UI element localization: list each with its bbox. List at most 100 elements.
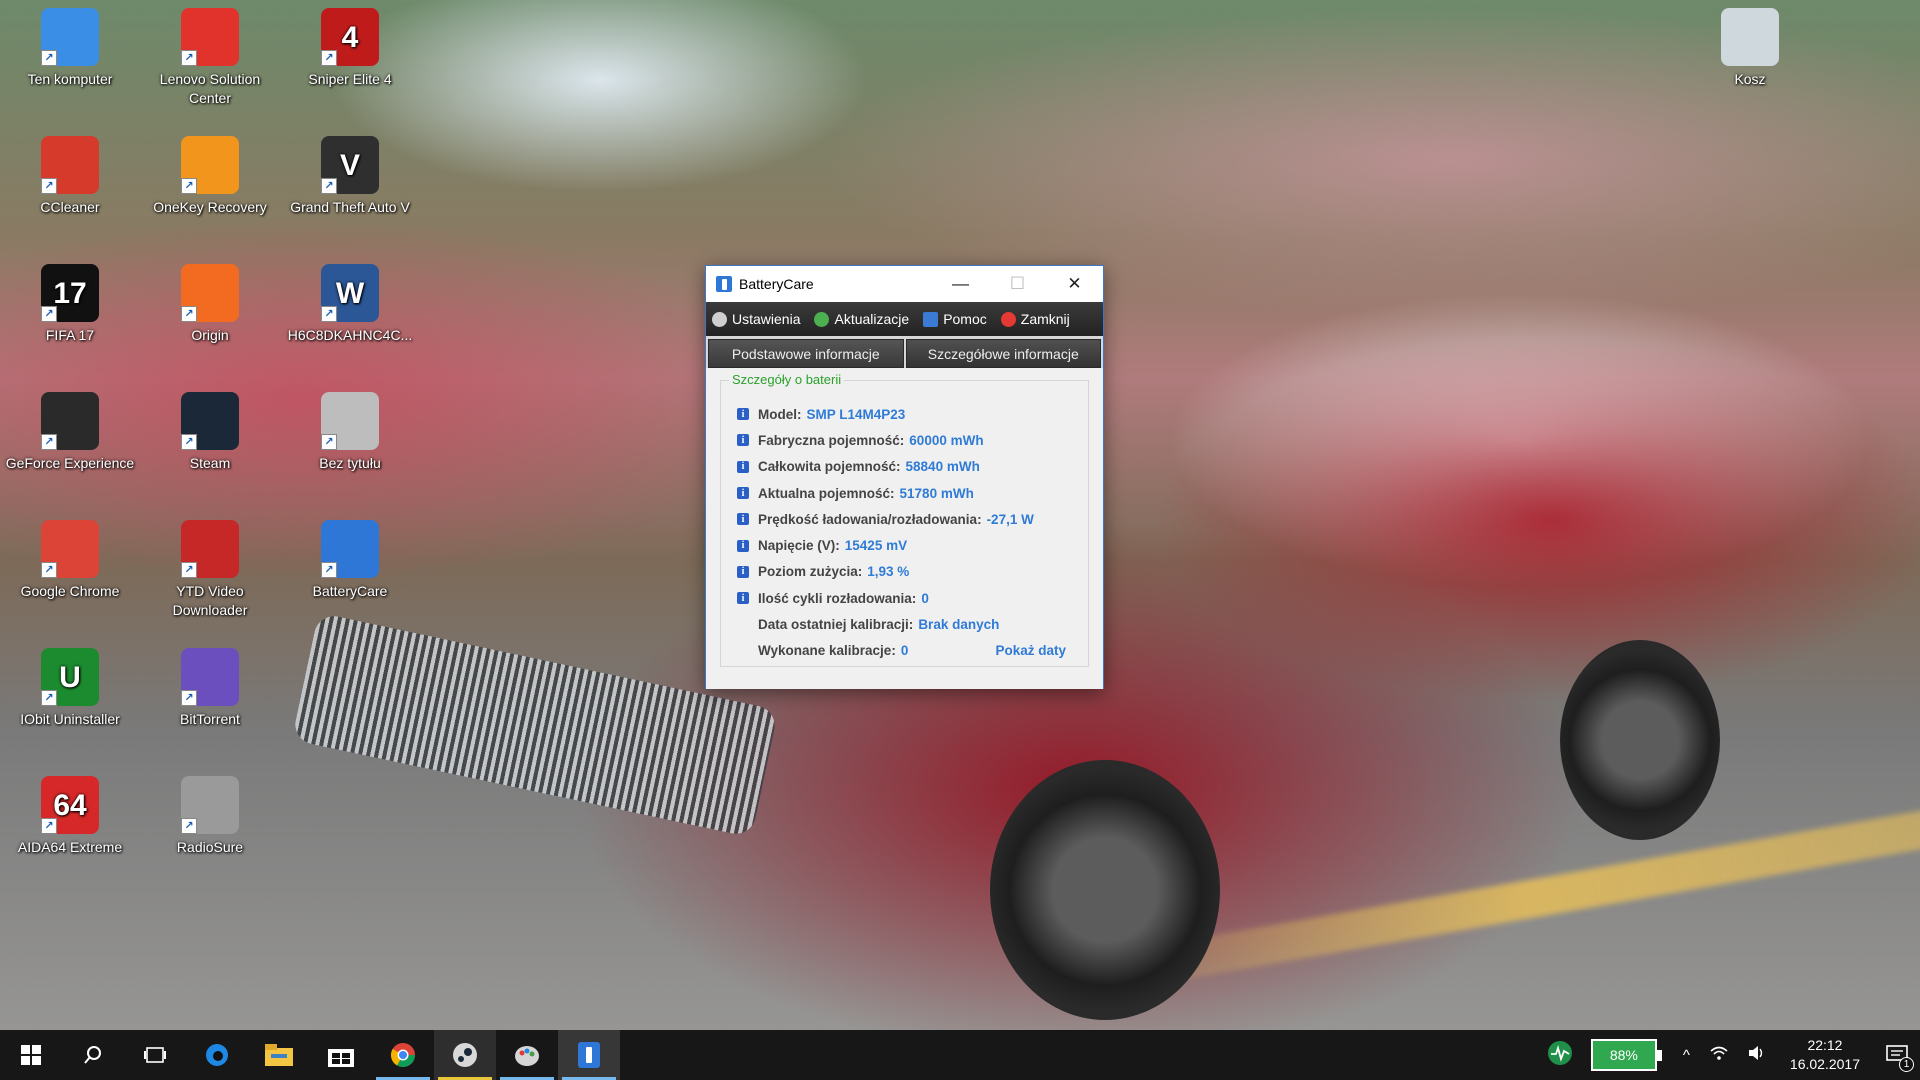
detail-value: 58840 mWh — [905, 459, 980, 475]
window-titlebar[interactable]: BatteryCare — ☐ ✕ — [706, 266, 1103, 302]
desktop-icon-batterycare[interactable]: ↗ BatteryCare — [280, 520, 420, 601]
desktop-icon-origin[interactable]: ↗ Origin — [140, 264, 280, 345]
help-icon — [923, 311, 939, 327]
desktop-icon-onekey-recovery[interactable]: ↗ OneKey Recovery — [140, 136, 280, 217]
tab-content: Szczegóły o baterii i Model: SMP L14M4P23 i… — [706, 368, 1103, 689]
taskbar-batterycare[interactable] — [558, 1030, 620, 1080]
tray-monitor[interactable] — [1537, 1040, 1583, 1070]
info-icon: i — [737, 460, 749, 473]
shortcut-arrow-icon: ↗ — [41, 306, 57, 322]
detail-row: i Poziom zużycia: 1,93 % — [737, 559, 1080, 585]
computer-icon: ↗ — [41, 8, 99, 66]
desktop-icon-word-document[interactable]: W ↗ H6C8DKAHNC4C... — [280, 264, 420, 345]
taskbar-store[interactable] — [310, 1030, 372, 1080]
tab-basic-info[interactable]: Podstawowe informacje — [708, 339, 904, 368]
desktop-icon-label: Lenovo Solution Center — [159, 71, 261, 106]
shortcut-arrow-icon: ↗ — [321, 562, 337, 578]
menu-close[interactable]: Zamknij — [1000, 311, 1070, 327]
detail-value: 51780 mWh — [899, 485, 974, 501]
tab-detailed-info[interactable]: Szczegółowe informacje — [905, 339, 1101, 368]
shortcut-arrow-icon: ↗ — [41, 50, 57, 66]
clock[interactable]: 22:12 16.02.2017 — [1776, 1036, 1874, 1074]
desktop-icon-label: CCleaner — [40, 199, 100, 215]
taskbar: 88% ^ 22:12 16.02.2017 1 — [0, 1030, 1920, 1080]
store-icon — [328, 1049, 354, 1067]
desktop-icon-ccleaner[interactable]: ↗ CCleaner — [0, 136, 140, 217]
desktop-icon-computer[interactable]: ↗ Ten komputer — [0, 8, 140, 89]
taskbar-edge[interactable] — [186, 1030, 248, 1080]
shortcut-arrow-icon: ↗ — [41, 690, 57, 706]
detail-value: 0 — [921, 590, 929, 606]
desktop-icon-aida64[interactable]: 64 ↗ AIDA64 Extreme — [0, 776, 140, 857]
shortcut-arrow-icon: ↗ — [321, 50, 337, 66]
start-button[interactable] — [0, 1030, 62, 1080]
wallpaper-car-rear-wheel — [1560, 640, 1720, 840]
taskbar-file-explorer[interactable] — [248, 1030, 310, 1080]
desktop-icon-geforce[interactable]: ↗ GeForce Experience — [0, 392, 140, 473]
speaker-icon — [1748, 1046, 1763, 1060]
ccleaner-icon: ↗ — [41, 136, 99, 194]
geforce-icon: ↗ — [41, 392, 99, 450]
task-view-button[interactable] — [124, 1030, 186, 1080]
info-icon: i — [737, 592, 749, 605]
steam-icon — [453, 1043, 477, 1067]
wifi-button[interactable] — [1700, 1045, 1738, 1065]
system-tray: 88% ^ 22:12 16.02.2017 1 — [1537, 1030, 1920, 1080]
desktop-icon-fifa17[interactable]: 17 ↗ FIFA 17 — [0, 264, 140, 345]
menu-settings[interactable]: Ustawienia — [712, 311, 800, 327]
detail-label: Prędkość ładowania/rozładowania: — [758, 511, 982, 527]
desktop-icon-iobit-uninstaller[interactable]: U ↗ IObit Uninstaller — [0, 648, 140, 729]
desktop-icon-label: Ten komputer — [27, 71, 113, 87]
detail-row: i Całkowita pojemność: 58840 mWh — [737, 454, 1080, 480]
desktop-icon-label: Sniper Elite 4 — [308, 71, 392, 87]
menu-help[interactable]: Pomoc — [923, 311, 987, 327]
volume-button[interactable] — [1738, 1045, 1776, 1065]
close-icon — [1000, 311, 1016, 327]
gta-v-icon: V ↗ — [321, 136, 379, 194]
tray-battery-indicator[interactable]: 88% — [1590, 1039, 1662, 1071]
desktop-icon-bittorrent[interactable]: ↗ BitTorrent — [140, 648, 280, 729]
search-button[interactable] — [62, 1030, 124, 1080]
radiosure-icon: ↗ — [181, 776, 239, 834]
desktop-icon-gta-v[interactable]: V ↗ Grand Theft Auto V — [280, 136, 420, 217]
chrome-icon: ↗ — [41, 520, 99, 578]
desktop-icon-label: OneKey Recovery — [153, 199, 267, 215]
shortcut-arrow-icon: ↗ — [181, 178, 197, 194]
desktop-icon-radiosure[interactable]: ↗ RadioSure — [140, 776, 280, 857]
steam-icon: ↗ — [181, 392, 239, 450]
detail-label: Napięcie (V): — [758, 538, 840, 554]
detail-row: i Model: SMP L14M4P23 — [737, 401, 1080, 427]
taskbar-chrome[interactable] — [372, 1030, 434, 1080]
desktop-icon-lenovo-solution[interactable]: ↗ Lenovo Solution Center — [140, 8, 280, 108]
detail-row: i Fabryczna pojemność: 60000 mWh — [737, 427, 1080, 453]
desktop-icon-label: Google Chrome — [20, 583, 120, 599]
desktop-icon-image-file[interactable]: ↗ Bez tytułu — [280, 392, 420, 473]
detail-label: Aktualna pojemność: — [758, 485, 895, 501]
sniper-elite-icon: 4 ↗ — [321, 8, 379, 66]
taskbar-paint[interactable] — [496, 1030, 558, 1080]
taskbar-steam[interactable] — [434, 1030, 496, 1080]
group-title: Szczegóły o baterii — [729, 372, 845, 387]
desktop-icon-recycle-bin[interactable]: Kosz — [1680, 8, 1820, 89]
menu-updates[interactable]: Aktualizacje — [814, 311, 909, 327]
file-explorer-icon — [265, 1044, 293, 1066]
desktop-icon-chrome[interactable]: ↗ Google Chrome — [0, 520, 140, 601]
show-dates-link[interactable]: Pokaż daty — [995, 643, 1066, 658]
close-button[interactable]: ✕ — [1046, 266, 1103, 302]
aida64-icon: 64 ↗ — [41, 776, 99, 834]
desktop-icon-sniper-elite[interactable]: 4 ↗ Sniper Elite 4 — [280, 8, 420, 89]
shortcut-arrow-icon: ↗ — [321, 178, 337, 194]
action-center-button[interactable]: 1 — [1874, 1030, 1920, 1080]
desktop-icon-steam[interactable]: ↗ Steam — [140, 392, 280, 473]
wallpaper-car-front-wheel — [990, 760, 1220, 1020]
onekey-recovery-icon: ↗ — [181, 136, 239, 194]
info-icon: i — [737, 565, 749, 578]
shortcut-arrow-icon: ↗ — [321, 306, 337, 322]
desktop-icon-label: Bez tytułu — [319, 455, 381, 471]
desktop-icon-ytd-downloader[interactable]: ↗ YTD Video Downloader — [140, 520, 280, 620]
paint-icon — [515, 1046, 539, 1066]
minimize-button[interactable]: — — [932, 266, 989, 302]
maximize-button[interactable]: ☐ — [989, 266, 1046, 302]
clock-time: 22:12 — [1807, 1037, 1843, 1053]
show-hidden-icons-button[interactable]: ^ — [1673, 1047, 1700, 1064]
